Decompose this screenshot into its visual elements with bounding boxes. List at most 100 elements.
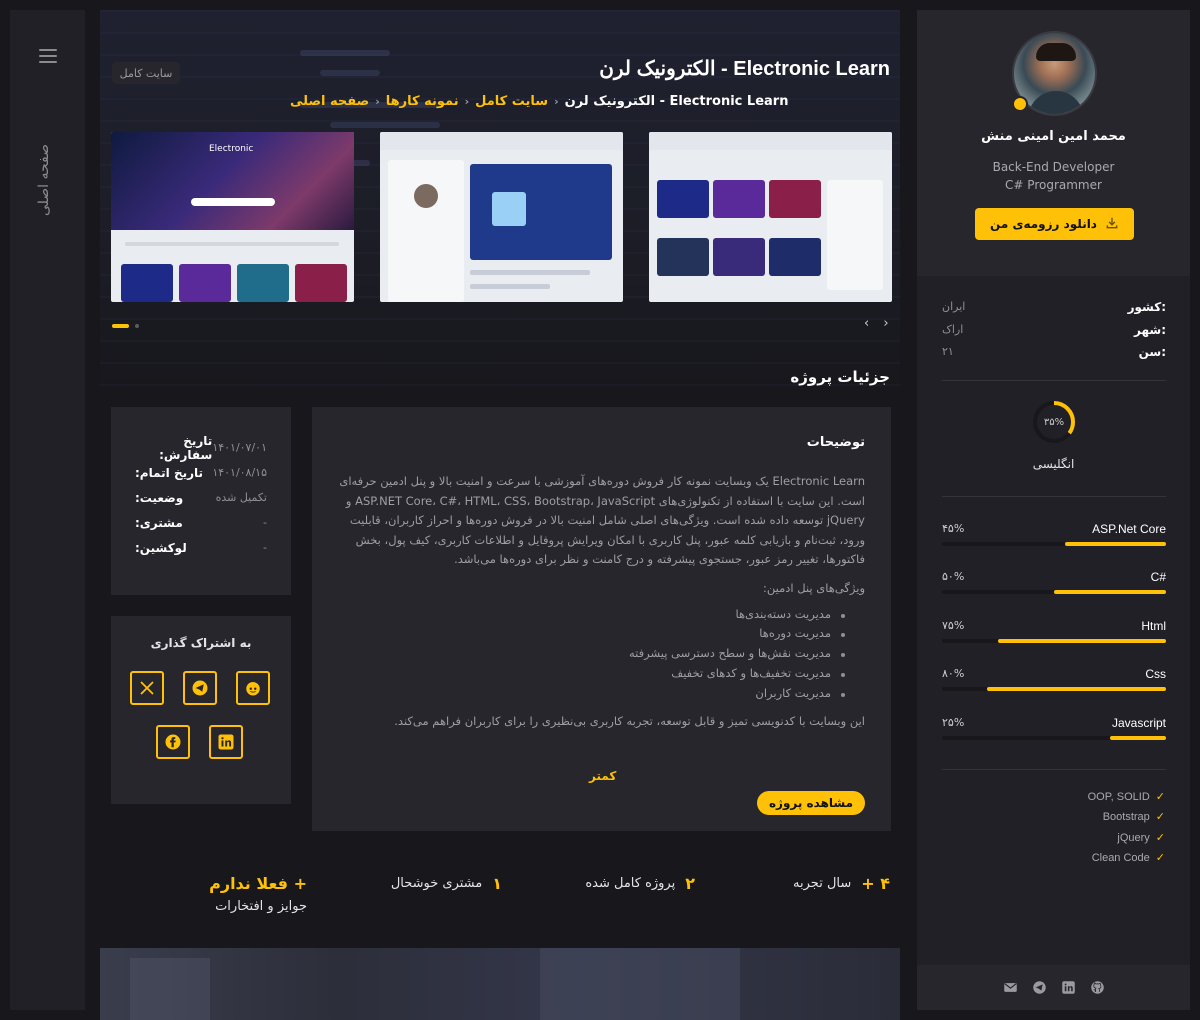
profile-header: محمد امین امینی منش Back-End Developer C… <box>917 10 1190 276</box>
skill-bar: Javascript ۲۵% <box>942 716 1166 746</box>
download-icon <box>1105 215 1119 234</box>
stat-label: پروژه کامل شده <box>585 876 676 891</box>
skill-percent: ۴۵% <box>942 522 965 535</box>
share-reddit-button[interactable] <box>236 671 270 705</box>
slider-dots <box>112 324 139 328</box>
info-value: - <box>263 516 267 529</box>
email-icon[interactable] <box>1003 980 1018 995</box>
profile-name: محمد امین امینی منش <box>981 129 1126 144</box>
github-icon[interactable] <box>1090 980 1105 995</box>
profile-info-age: سن: ۲۱ <box>942 345 1166 359</box>
telegram-icon[interactable] <box>1032 980 1047 995</box>
skill-bar: C# ۵۰% <box>942 570 1166 600</box>
info-label: شهر: <box>1134 323 1166 337</box>
gallery-thumbnail[interactable] <box>380 132 623 302</box>
reddit-icon <box>246 682 260 696</box>
info-value: - <box>263 541 267 554</box>
tool-item: ✓ Clean Code <box>965 851 1165 864</box>
breadcrumb-category[interactable]: سایت کامل <box>475 94 548 109</box>
stat-number: ۲ <box>685 874 695 893</box>
info-row-location: لوکشین: - <box>135 535 267 560</box>
show-less-button[interactable]: کمتر <box>589 769 616 783</box>
skill-percent: ۷۵% <box>942 619 965 632</box>
menu-icon[interactable] <box>39 49 57 63</box>
description-text: Electronic Learn یک وبسایت نمونه کار فرو… <box>339 474 865 566</box>
language-percent: ۳۵% <box>1043 416 1065 428</box>
online-status-dot <box>1012 96 1028 112</box>
info-row-finish-date: تاریخ اتمام: ۱۴۰۱/۰۸/۱۵ <box>135 460 267 485</box>
share-x-button[interactable] <box>130 671 164 705</box>
gallery-thumbnail[interactable] <box>649 132 892 302</box>
skill-fill <box>986 687 1166 691</box>
skill-name: Html <box>1141 619 1166 633</box>
stat-number: ۴ + <box>861 874 890 893</box>
skill-percent: ۵۰% <box>942 570 965 583</box>
skill-name: Css <box>1145 667 1166 681</box>
list-item: مدیریت دسته‌بندی‌ها <box>338 607 845 627</box>
info-value: تکمیل شده <box>215 491 267 504</box>
info-label: تاریخ سفارش: <box>159 433 213 462</box>
divider <box>942 496 1166 497</box>
skill-bar: Css ۸۰% <box>942 667 1166 697</box>
facebook-icon <box>165 734 181 750</box>
info-label: سن: <box>1138 345 1166 359</box>
skill-name: C# <box>1150 570 1166 584</box>
download-resume-button[interactable]: دانلود رزومه‌ی من <box>975 208 1134 240</box>
info-value: ۱۴۰۱/۰۸/۱۵ <box>212 466 267 479</box>
slider-dot-active[interactable] <box>112 324 129 328</box>
stat-clients: ۱ مشتری خوشحال <box>391 874 502 893</box>
profile-role: C# Programmer <box>1005 178 1102 192</box>
share-title: به اشتراک گذاری <box>150 636 252 650</box>
skill-bar: Html ۷۵% <box>942 619 1166 649</box>
linkedin-icon[interactable] <box>1061 980 1076 995</box>
share-telegram-button[interactable] <box>183 671 217 705</box>
thumbnail-logo: Electronic <box>209 144 254 154</box>
check-icon: ✓ <box>1155 810 1165 823</box>
nav-home-link[interactable]: صفحه اصلی <box>36 144 60 216</box>
slider-arrows[interactable]: ‹ › <box>864 316 894 331</box>
share-facebook-button[interactable] <box>156 725 190 759</box>
divider <box>942 380 1166 381</box>
skill-fill <box>1065 542 1166 546</box>
gallery-thumbnail[interactable]: Electronic <box>111 132 354 302</box>
description-title: توضیحات <box>806 435 865 450</box>
profile-info-country: کشور: ایران <box>942 300 1166 314</box>
tool-item: ✓ jQuery <box>965 831 1165 844</box>
profile-role: Back-End Developer <box>992 160 1115 174</box>
list-item: مدیریت نقش‌ها و سطح دسترسی پیشرفته <box>338 646 845 666</box>
share-linkedin-button[interactable] <box>209 725 243 759</box>
admin-features-title: ویژگی‌های پنل ادمین: <box>763 580 865 595</box>
skill-fill <box>998 639 1166 643</box>
language-name: انگلیسی <box>1032 457 1075 471</box>
list-item: مدیریت دوره‌ها <box>338 626 845 646</box>
social-links <box>917 965 1190 1010</box>
tool-name: Bootstrap <box>1102 810 1150 823</box>
check-icon: ✓ <box>1155 851 1165 864</box>
breadcrumb-home[interactable]: صفحه اصلی <box>290 94 369 109</box>
project-details-heading: جزئیات پروژه <box>790 368 890 386</box>
slider-dot[interactable] <box>135 324 139 328</box>
info-value: اراک <box>942 323 964 336</box>
left-nav: صفحه اصلی <box>10 10 85 1010</box>
tool-item: ✓ Bootstrap <box>965 810 1165 823</box>
admin-features-list: مدیریت دسته‌بندی‌ها مدیریت دوره‌ها مدیری… <box>338 607 857 706</box>
info-label: تاریخ اتمام: <box>135 465 204 480</box>
breadcrumb-portfolio[interactable]: نمونه کارها <box>386 94 459 109</box>
breadcrumb: صفحه اصلی ‹ نمونه کارها ‹ سایت کامل ‹ El… <box>290 94 890 109</box>
stat-experience: ۴ + سال تجربه <box>793 874 890 893</box>
chevron-left-icon: ‹ <box>554 95 559 108</box>
view-project-button[interactable]: مشاهده پروژه <box>757 791 865 815</box>
info-label: کشور: <box>1127 300 1166 314</box>
breadcrumb-current: Electronic Learn - الکترونیک لرن <box>564 94 789 109</box>
skill-fill <box>1110 736 1166 740</box>
info-label: لوکشین: <box>135 540 187 555</box>
list-item: مدیریت کاربران <box>338 686 845 706</box>
category-badge[interactable]: سایت کامل <box>112 62 180 84</box>
main-content: سایت کامل Electronic Learn - الکترونیک ل… <box>100 10 900 1020</box>
divider <box>942 769 1166 770</box>
linkedin-icon <box>218 734 234 750</box>
chevron-left-icon: ‹ <box>375 95 380 108</box>
stat-projects: ۲ پروژه کامل شده <box>585 874 695 893</box>
info-label: مشتری: <box>135 515 183 530</box>
stat-label: جوایز و افتخارات <box>215 899 307 914</box>
